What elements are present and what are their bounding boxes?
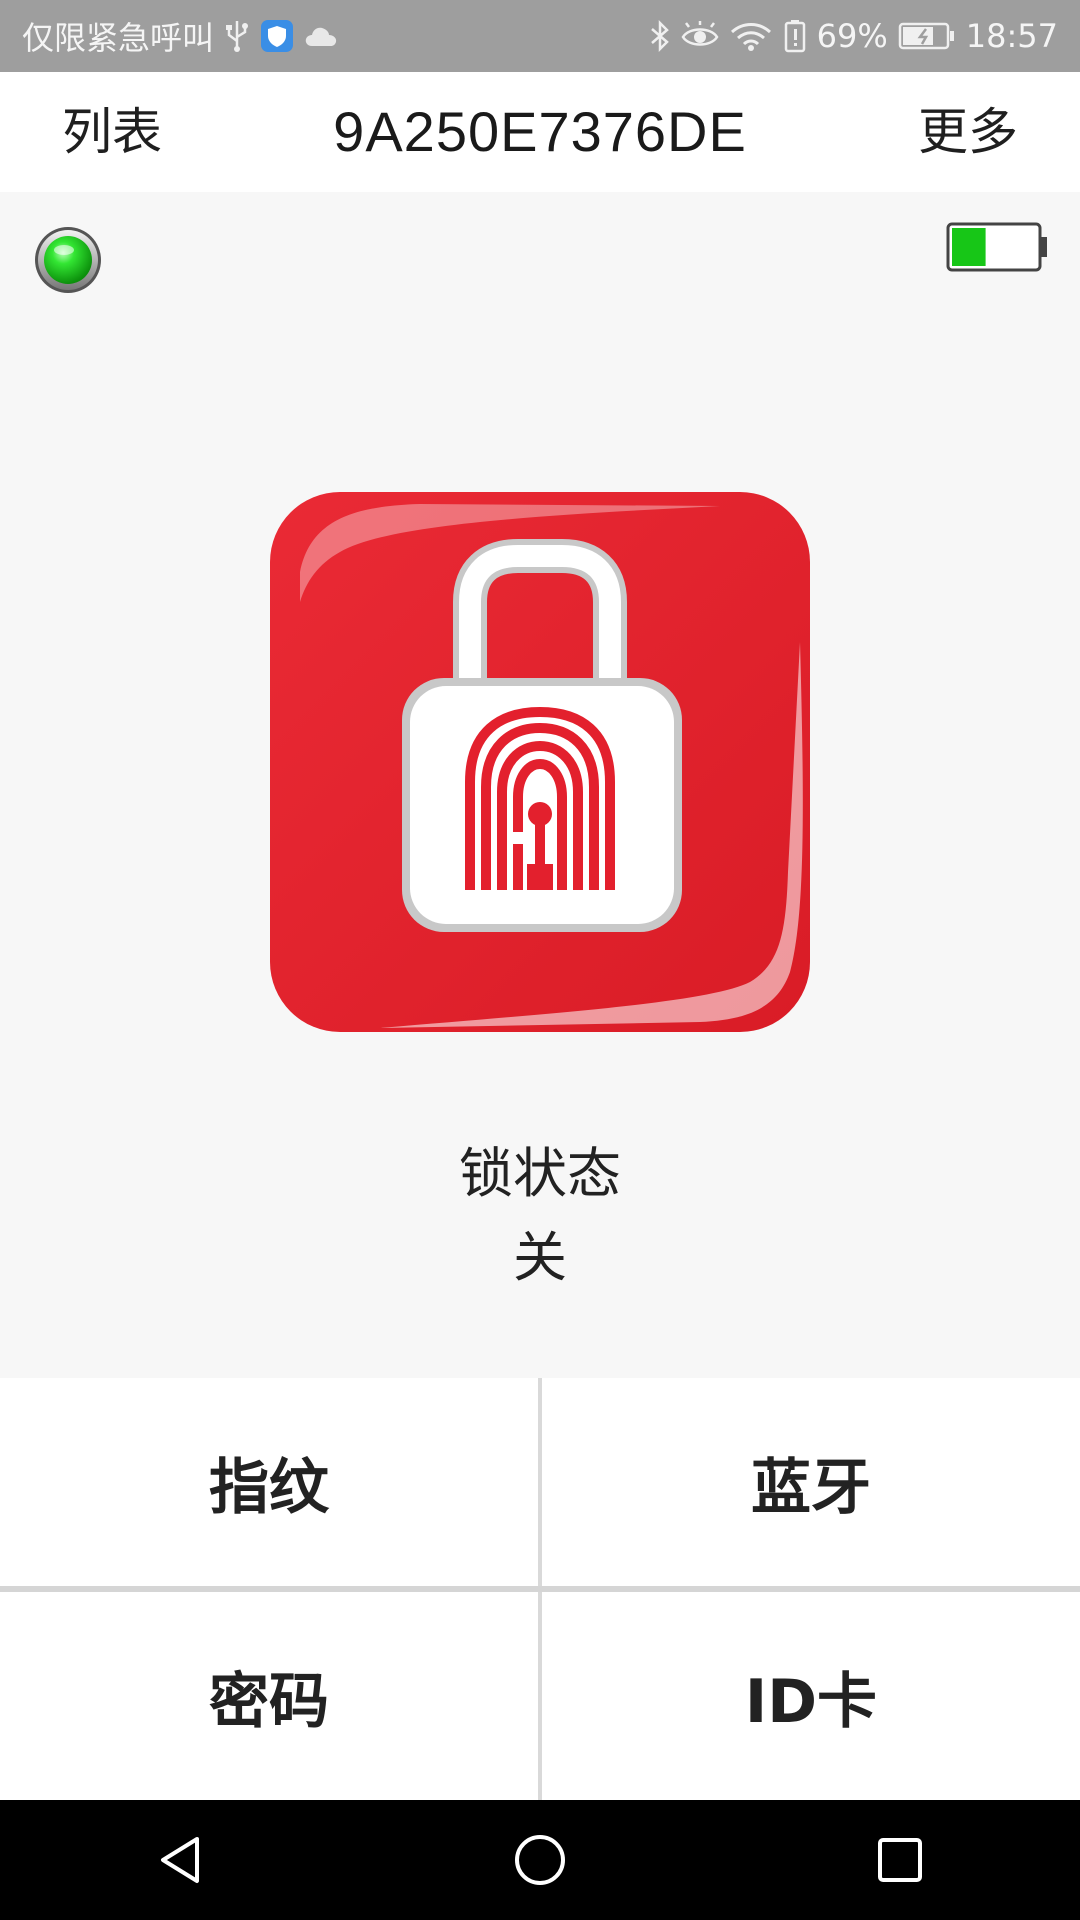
more-button[interactable]: 更多 (918, 72, 1018, 192)
bluetooth-icon (649, 19, 671, 53)
lock-panel: 锁状态 关 (0, 192, 1080, 1378)
lock-status-value: 关 (513, 1226, 567, 1289)
home-icon[interactable] (480, 1800, 600, 1920)
unlock-methods-grid: 指纹 蓝牙 密码 ID卡 (0, 1378, 1080, 1800)
battery-charging-icon (898, 21, 956, 51)
bluetooth-button[interactable]: 蓝牙 (542, 1378, 1080, 1586)
app-screen: 仅限紧急呼叫 69% 18:57 列表 9A250E7376DE 更多 锁状态 … (0, 0, 1080, 1920)
fingerprint-button[interactable]: 指纹 (0, 1378, 538, 1586)
wifi-icon (729, 20, 773, 52)
status-bar: 仅限紧急呼叫 69% 18:57 (0, 0, 1080, 72)
recents-icon[interactable] (840, 1800, 960, 1920)
connection-indicator-icon (34, 226, 102, 294)
carrier-text: 仅限紧急呼叫 (22, 19, 215, 57)
clock: 18:57 (965, 17, 1058, 55)
battery-alert-icon (783, 19, 807, 53)
shield-app-icon (260, 19, 294, 53)
id-card-button[interactable]: ID卡 (542, 1592, 1080, 1800)
password-button[interactable]: 密码 (0, 1592, 538, 1800)
cloud-icon (304, 24, 338, 48)
back-icon[interactable] (120, 1800, 240, 1920)
device-battery-level (952, 228, 986, 266)
lock-status-label: 锁状态 (459, 1142, 621, 1205)
lock-state-icon[interactable] (270, 492, 810, 1032)
usb-icon (224, 19, 250, 53)
lock-status: 锁状态 关 (0, 1132, 1080, 1300)
eye-comfort-icon (681, 21, 719, 51)
navigation-bar (0, 1800, 1080, 1920)
device-battery-icon (946, 222, 1048, 272)
app-bar: 列表 9A250E7376DE 更多 (0, 72, 1080, 192)
battery-percent: 69% (816, 17, 888, 55)
